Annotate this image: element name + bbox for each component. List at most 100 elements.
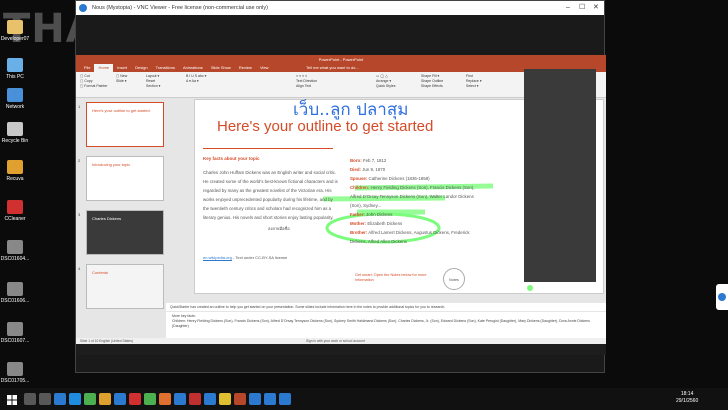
powerpoint-window: PowerPoint - PowerPoint File Home Insert De… <box>76 55 606 355</box>
taskbar-app-icon[interactable] <box>39 393 51 405</box>
ribbon-tab-animations[interactable]: Animations <box>179 64 207 72</box>
float-icon <box>718 293 726 301</box>
font-tools[interactable]: B I U S abc ▾ A ▾ Aa ▾ <box>186 74 206 84</box>
fact-key: Died: <box>350 167 361 172</box>
taskbar-app-icon[interactable] <box>189 393 201 405</box>
fact-value: Alfred Lamert Dickens, Augustus Dickens,… <box>350 230 470 244</box>
thumbnail-title: Contents <box>92 270 109 275</box>
taskbar-app-icon[interactable] <box>204 393 216 405</box>
ribbon-tab-home[interactable]: Home <box>94 64 114 72</box>
desktop-icon[interactable]: DSC01607... <box>0 322 30 344</box>
source-line: en.wikipedia.org - Text under CC-BY-SA l… <box>203 255 287 260</box>
desktop-icon-label: CCleaner <box>4 216 26 222</box>
shape-group[interactable]: Shape Fill ▾ Shape Outline Shape Effects <box>421 74 443 89</box>
taskbar-app-icon[interactable] <box>174 393 186 405</box>
taskbar-app-icon[interactable] <box>24 393 36 405</box>
desktop-icon-label: DSC01607... <box>0 338 30 344</box>
taskbar-app-icon[interactable] <box>84 393 96 405</box>
intro-paragraph: Charles John Huffam Dickens was an Engli… <box>203 170 338 220</box>
notes-button[interactable]: Notes <box>443 268 465 290</box>
notes-banner: QuickStarter has created an outline to h… <box>166 303 606 311</box>
fact-row: Mother: Elizabeth Dickens <box>350 219 485 228</box>
ribbon-tab-review[interactable]: Review <box>235 64 256 72</box>
ribbon-tab-view[interactable]: View <box>256 64 273 72</box>
desktop-icon[interactable]: Recycle Bin <box>0 122 30 144</box>
taskbar-app-icon[interactable] <box>264 393 276 405</box>
ribbon-tab-slide-show[interactable]: Slide Show <box>207 64 235 72</box>
fact-value: Henry Fielding Dickens (Son), Francis Di… <box>350 185 475 208</box>
side-float-button[interactable] <box>716 284 728 310</box>
fact-key: Mother: <box>350 221 367 226</box>
taskbar-app-icon[interactable] <box>114 393 126 405</box>
ribbon-tab-transitions[interactable]: Transitions <box>152 64 179 72</box>
remote-taskbar <box>76 344 606 355</box>
slide-thumbnail[interactable]: Contents <box>86 264 164 309</box>
desktop-icon[interactable]: DSC01705... <box>0 362 30 384</box>
ribbon-tab-file[interactable]: File <box>80 64 94 72</box>
thumbnail-title: Charles Dickens <box>92 216 122 221</box>
taskbar-app-icon[interactable] <box>69 393 81 405</box>
clock-time: 18:14 <box>680 391 694 397</box>
thumbnail-title: Here's your outline to get started <box>92 108 150 113</box>
desktop-icon-glyph <box>7 58 23 72</box>
slides-group[interactable]: ▢ New Slide ▾ <box>116 74 127 84</box>
start-icon[interactable] <box>6 393 18 405</box>
desktop-icon-glyph <box>7 20 23 34</box>
green-dot-icon <box>527 285 533 291</box>
clipboard-group[interactable]: ▢ Cut ▢ Copy ▢ Format Painter <box>80 74 107 89</box>
thumbnail-title: Introducing your topic <box>92 162 131 167</box>
maximize-icon[interactable]: ☐ <box>579 1 585 15</box>
taskbar-app-icon[interactable] <box>234 393 246 405</box>
desktop-icon[interactable]: This PC <box>0 58 30 80</box>
close-icon[interactable]: ✕ <box>593 1 599 15</box>
desktop-icon[interactable]: CCleaner <box>0 200 30 222</box>
ppt-title: PowerPoint - PowerPoint <box>76 55 606 64</box>
fact-key: Spouse: <box>350 176 368 181</box>
taskbar-app-icon[interactable] <box>129 393 141 405</box>
slide-thumbnail[interactable]: Here's your outline to get started <box>86 102 164 147</box>
desktop-icon[interactable]: Developer07 <box>0 20 30 42</box>
desktop-icon[interactable]: DSC01604... <box>0 240 30 262</box>
ribbon-tab-design[interactable]: Design <box>131 64 151 72</box>
desktop-icon-label: DSC01705... <box>0 378 30 384</box>
taskbar-app-icon[interactable] <box>279 393 291 405</box>
taskbar-app-icon[interactable] <box>99 393 111 405</box>
taskbar-app-icon[interactable] <box>249 393 261 405</box>
notes-children: Children: Henry Fielding Dickens (Son), … <box>172 319 590 328</box>
fact-row: Spouse: Catherine Dickens (1836-1858) <box>350 174 485 183</box>
fact-value: Catherine Dickens (1836-1858) <box>367 176 430 181</box>
desktop-icon-glyph <box>7 122 23 136</box>
desktop-icon-glyph <box>7 200 23 214</box>
drawing-group[interactable]: ▭ ◯ △ Arrange ▾ Quick Styles <box>376 74 395 89</box>
minimize-icon[interactable]: – <box>566 1 570 15</box>
taskbar-app-icon[interactable] <box>54 393 66 405</box>
paragraph-group[interactable]: ≡ ≡ ≡ ≡ Text Direction Align Text <box>296 74 317 89</box>
font-group[interactable]: Layout ▾ Reset Section ▾ <box>146 74 160 89</box>
slide-thumbnail[interactable]: Charles Dickens <box>86 210 164 255</box>
taskbar-app-icon[interactable] <box>159 393 171 405</box>
ribbon-tab-insert[interactable]: Insert <box>113 64 131 72</box>
taskbar-app-icon[interactable] <box>144 393 156 405</box>
slide-thumbnail[interactable]: Introducing your topic <box>86 156 164 201</box>
desktop-icon-glyph <box>7 88 23 102</box>
desktop-icon-label: DSC01604... <box>0 256 30 262</box>
desktop-icon[interactable]: Network <box>0 88 30 110</box>
system-clock[interactable]: 18:14 29/1/2560 <box>676 391 698 405</box>
source-license: - Text under CC-BY-SA license <box>231 255 288 260</box>
notes-pane[interactable]: More key facts: Children: Henry Fielding… <box>166 312 606 338</box>
taskbar-app-icon[interactable] <box>219 393 231 405</box>
thumbnail-number: 2 <box>78 158 81 163</box>
editing-group[interactable]: Find Replace ▾ Select ▾ <box>466 74 482 89</box>
vnc-viewer-window[interactable]: Nous (Mystopia) - VNC Viewer - Free lice… <box>75 0 606 373</box>
fact-key: Born: <box>350 158 362 163</box>
source-link[interactable]: en.wikipedia.org <box>203 255 232 260</box>
desktop-icon[interactable]: Recuva <box>0 160 30 182</box>
heading-divider <box>203 148 333 149</box>
circled-note: ลงลายมือชื่อ <box>268 226 290 231</box>
desktop-icon[interactable]: DSC01606... <box>0 282 30 304</box>
windows-taskbar: 18:14 29/1/2560 <box>0 388 728 410</box>
fact-value: Feb 7, 1812 <box>361 158 387 163</box>
facts-list: Born: Feb 7, 1812 Died: Jun 9, 1870 Spouse… <box>350 156 485 246</box>
tell-me[interactable]: Tell me what you want to do... <box>306 65 359 70</box>
slide-thumbnails[interactable]: 1 Here's your outline to get started 2 Intr… <box>76 98 166 309</box>
